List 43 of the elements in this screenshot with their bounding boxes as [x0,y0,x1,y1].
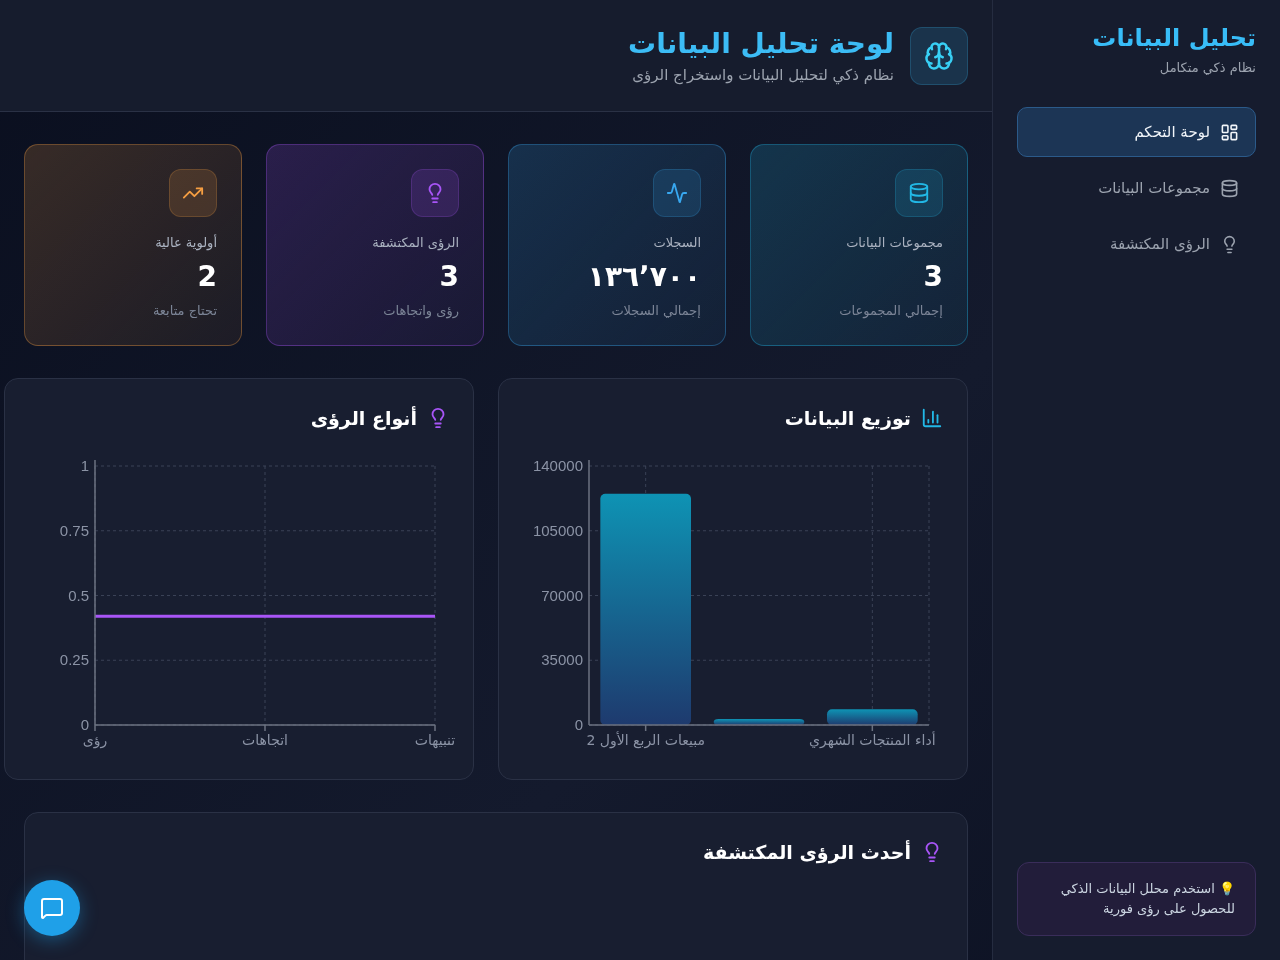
x-tick-label: تنبيهات [414,732,456,748]
nav-item[interactable]: الرؤى المكتشفة [1017,219,1256,269]
x-tick-label: اتجاهات [242,732,288,748]
y-tick-label: 1 [80,457,89,474]
nav-item[interactable]: مجموعات البيانات [1017,163,1256,213]
x-tick-label: أداء المنتجات الشهري [809,732,936,748]
y-tick-label: 70000 [541,586,583,604]
page-title: لوحة تحليل البيانات [628,27,894,60]
stat-label: الرؤى المكتشفة [372,235,459,250]
stat-label: السجلات [653,235,701,250]
stat-value: ١٣٦٬٧٠٠ [587,260,701,293]
y-tick-label: 0.25 [59,651,89,669]
nav-item[interactable]: لوحة التحكم [1017,107,1256,157]
tip-message: 💡 استخدم محلل البيانات الذكي للحصول على رؤى فورية [1017,862,1256,936]
app-title: تحليل البيانات [1091,24,1256,52]
stat-note: تحتاج متابعة [152,303,217,318]
panel-title: أحدث الرؤى المكتشفة [703,841,911,863]
stat-value: 3 [439,260,459,293]
y-tick-label: 0 [80,716,89,733]
stat-label: مجموعات البيانات [846,235,943,250]
chat-icon [40,896,64,920]
stat-note: إجمالي المجموعات [839,303,943,318]
y-tick-label: 105000 [532,521,583,539]
x-tick-label: مبيعات الربع الأول 2 [586,732,705,748]
bar-chart-icon [921,407,943,429]
dashboard-icon [1220,122,1239,142]
y-tick-label: 140000 [532,457,583,474]
stat-value: 2 [197,260,217,293]
chart-title: أنواع الرؤى [310,407,417,429]
y-tick-label: 0.75 [59,521,89,539]
chart-title: توزيع البيانات [784,407,911,429]
y-tick-label: 0.5 [68,586,89,604]
y-tick-label: 35000 [541,651,583,669]
brain-logo [910,26,968,85]
y-tick-label: 0 [574,716,583,733]
database-icon [1220,178,1239,198]
app-subtitle: نظام ذكي متكامل [1158,60,1256,75]
x-tick-label: رؤى [82,732,108,748]
page-subtitle: نظام ذكي لتحليل البيانات واستخراج الرؤى [631,66,894,84]
stat-note: رؤى واتجاهات [383,303,459,318]
stat-label: أولوية عالية [155,235,217,250]
stat-note: إجمالي السجلات [611,303,701,318]
stat-value: 3 [923,260,943,293]
